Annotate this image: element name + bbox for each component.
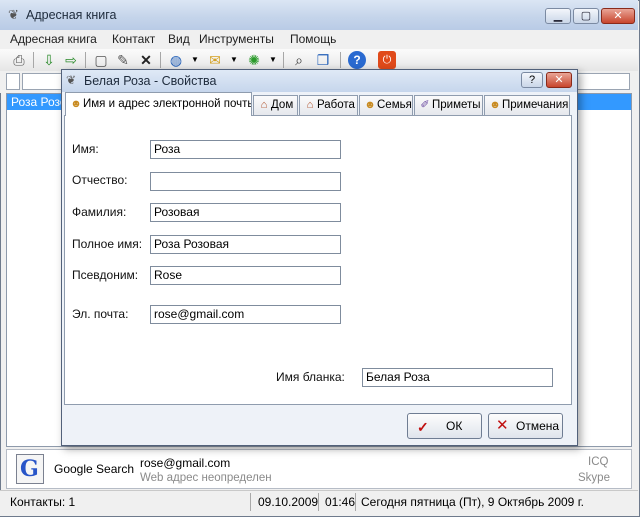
status-separator [355, 493, 356, 511]
tab-name-email[interactable]: ☻Имя и адрес электронной почты [65, 92, 252, 116]
maximize-button[interactable]: ▢ [573, 8, 599, 24]
globe-icon[interactable]: ◍ [167, 51, 185, 69]
export-icon[interactable]: ⇨ [62, 51, 80, 69]
ok-button[interactable]: ✓ ОК [407, 413, 482, 439]
dialog-book-icon: ❦ [66, 73, 77, 87]
tab-label: Имя и адрес электронной почты [83, 98, 252, 110]
dialog-close-button[interactable]: ✕ [546, 72, 572, 88]
google-search-link[interactable]: Google Search [54, 462, 134, 476]
full-name-field[interactable]: Роза Розовая [150, 235, 341, 254]
menu-view[interactable]: Вид [168, 32, 190, 46]
home-icon: ⌂ [260, 99, 268, 111]
email-field[interactable]: rose@gmail.com [150, 305, 341, 324]
print-icon[interactable]: ⎙ [10, 51, 28, 69]
dialog-title: Белая Роза - Свойства [84, 74, 217, 88]
work-icon: ⌂ [306, 99, 314, 111]
status-separator [318, 493, 319, 511]
delete-icon[interactable]: ✕ [137, 51, 155, 69]
full-name-label: Полное имя: [72, 237, 143, 251]
cancel-label: Отмена [516, 419, 560, 433]
toolbar-separator [33, 52, 34, 68]
minimize-button[interactable]: ▁ [545, 8, 571, 24]
toolbar-separator [160, 52, 161, 68]
ok-label: ОК [446, 419, 463, 433]
toolbar-separator [340, 52, 341, 68]
family-icon: ☻ [364, 99, 376, 111]
tab-label: Примечания [502, 99, 569, 111]
form-name-field[interactable]: Белая Роза [362, 368, 553, 387]
notes-icon: ☻ [489, 99, 501, 111]
last-name-label: Фамилия: [72, 205, 127, 219]
info-web: Web адрес неопределен [140, 472, 272, 484]
tab-notes[interactable]: ☻Примечания [484, 95, 570, 116]
person-icon: ☻ [70, 98, 82, 110]
tab-features[interactable]: ✐ Приметы [414, 95, 483, 116]
tab-work[interactable]: ⌂ Работа [299, 95, 358, 116]
menu-tools[interactable]: Инструменты [199, 32, 274, 46]
features-icon: ✐ [420, 99, 430, 111]
power-icon[interactable]: ⏻ [378, 51, 396, 69]
menu-contact[interactable]: Контакт [112, 32, 155, 46]
contact-name: Роза Розо [11, 95, 67, 109]
chevron-down-icon[interactable]: ▼ [264, 51, 282, 69]
info-icq: ICQ [588, 456, 609, 468]
import-icon[interactable]: ⇩ [40, 51, 58, 69]
status-date: 09.10.2009 [258, 495, 319, 509]
dialog-title-bar: ❦ Белая Роза - Свойства [62, 70, 577, 92]
close-button[interactable]: ✕ [601, 8, 635, 24]
new-contact-icon[interactable]: ▢ [92, 51, 110, 69]
info-skype: Skype [578, 472, 610, 484]
main-title-bar: ❦ Адресная книга [0, 0, 638, 30]
nickname-field[interactable]: Rose [150, 266, 341, 285]
tab-label: Дом [271, 99, 294, 111]
tab-family[interactable]: ☻Семья [359, 95, 413, 116]
status-time: 01:46 [325, 495, 356, 509]
middle-name-field[interactable] [150, 172, 341, 191]
cancel-x-icon: ✕ [496, 417, 509, 434]
toolbar-separator [283, 52, 284, 68]
tab-label: Приметы [432, 99, 481, 111]
copy-icon[interactable]: ❐ [314, 51, 332, 69]
network-icon[interactable]: ✺ [245, 51, 263, 69]
menu-address-book[interactable]: Адресная книга [10, 32, 97, 46]
mail-icon[interactable]: ✉ [206, 51, 224, 69]
email-label: Эл. почта: [72, 307, 129, 321]
chevron-down-icon[interactable]: ▼ [186, 51, 204, 69]
filter-box[interactable] [6, 73, 20, 90]
tab-home[interactable]: ⌂ Дом [253, 95, 298, 116]
google-logo-icon[interactable]: G [16, 454, 44, 484]
check-icon: ✓ [417, 419, 429, 435]
cancel-button[interactable]: ✕ Отмена [488, 413, 563, 439]
info-email[interactable]: rose@gmail.com [140, 456, 230, 470]
status-separator [250, 493, 251, 511]
tab-label: Семья [377, 99, 412, 111]
app-title: Адресная книга [26, 8, 117, 22]
app-book-icon: ❦ [8, 7, 19, 22]
chevron-down-icon[interactable]: ▼ [225, 51, 243, 69]
form-name-label: Имя бланка: [276, 370, 345, 384]
first-name-field[interactable]: Роза [150, 140, 341, 159]
dialog-help-button[interactable]: ? [521, 72, 543, 88]
middle-name-label: Отчество: [72, 173, 128, 187]
first-name-label: Имя: [72, 142, 99, 156]
menu-help[interactable]: Помощь [290, 32, 336, 46]
find-icon[interactable]: ⌕ [290, 51, 308, 69]
toolbar-separator [85, 52, 86, 68]
help-icon[interactable]: ? [348, 51, 366, 69]
status-contacts: Контакты: 1 [10, 495, 76, 509]
edit-contact-icon[interactable]: ✎ [114, 51, 132, 69]
tab-label: Работа [317, 99, 355, 111]
status-today: Сегодня пятница (Пт), 9 Октябрь 2009 г. [361, 495, 584, 509]
last-name-field[interactable]: Розовая [150, 203, 341, 222]
nickname-label: Псевдоним: [72, 268, 139, 282]
